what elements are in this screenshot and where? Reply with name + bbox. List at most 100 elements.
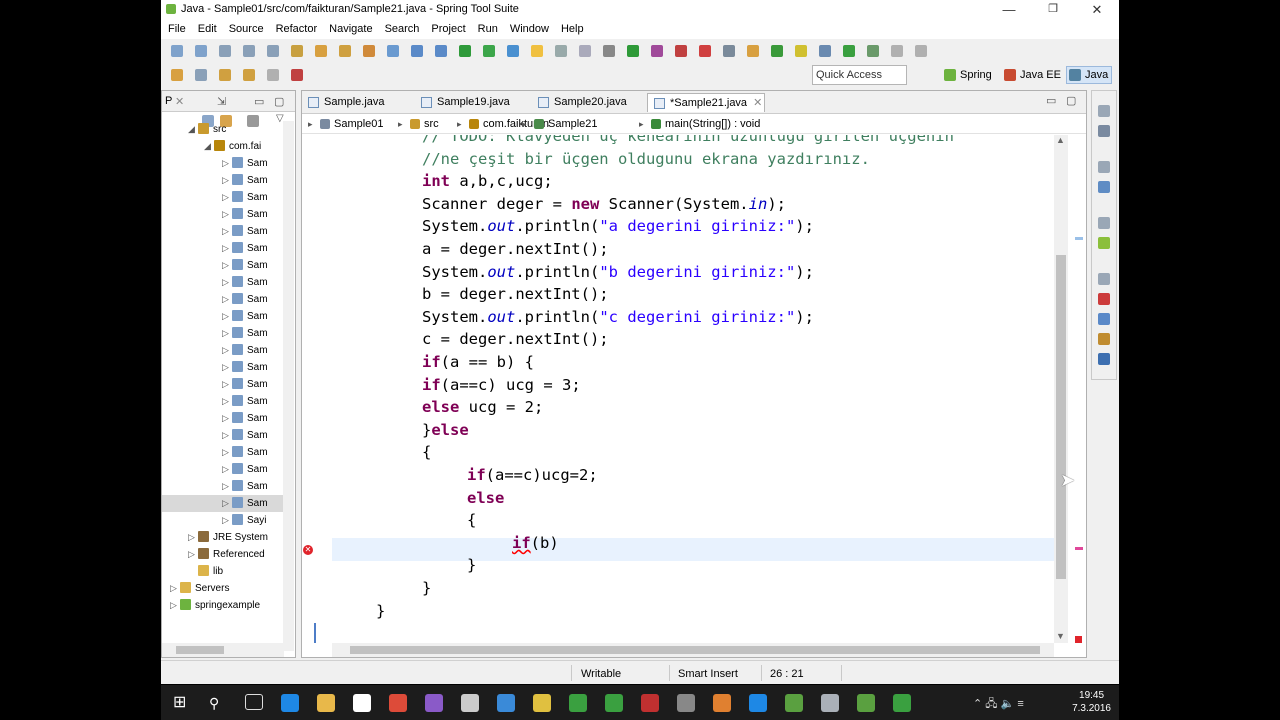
menu-navigate[interactable]: Navigate	[324, 20, 377, 35]
tree-item[interactable]: ▷ Sam	[162, 189, 284, 206]
tree-item[interactable]: ▷ Sam	[162, 427, 284, 444]
toolbar-action-icon[interactable]	[699, 45, 711, 57]
collapse-icon[interactable]: ⇲	[217, 95, 226, 108]
tree-item[interactable]: ▷ Sam	[162, 461, 284, 478]
toolbar-action-icon[interactable]	[747, 45, 759, 57]
taskbar-app-icon[interactable]	[821, 694, 839, 712]
code-line[interactable]: // TODO: Klavyeden üç kenearının uzunluğ…	[422, 135, 954, 147]
code-line[interactable]: //ne çeşit bir üçgen oldugunu ekrana yaz…	[422, 148, 870, 170]
toolbar-action-icon[interactable]	[891, 45, 903, 57]
expand-arrow-icon[interactable]: ▷	[222, 257, 232, 274]
code-line[interactable]: System.out.println("c degerini giriniz:"…	[422, 306, 814, 328]
tree-item[interactable]: ▷ Sam	[162, 393, 284, 410]
system-tray[interactable]: ⌃ 🖧 🔈 ≡	[973, 695, 1024, 714]
tree-item[interactable]: ▷ Servers	[162, 580, 284, 597]
toolbar-action-icon[interactable]	[243, 45, 255, 57]
search-icon[interactable]: ⚲	[209, 694, 227, 712]
tree-item[interactable]: lib	[162, 563, 284, 580]
editor-tab[interactable]: Sample19.java	[415, 93, 528, 112]
overview-error-marker[interactable]	[1075, 547, 1083, 550]
taskbar-app-icon[interactable]	[353, 694, 371, 712]
toolbar-action-icon[interactable]	[291, 45, 303, 57]
toolbar-action-icon[interactable]	[483, 45, 495, 57]
toolbar-action-icon[interactable]	[195, 45, 207, 57]
menu-refactor[interactable]: Refactor	[271, 20, 323, 35]
code-line[interactable]: }else	[422, 419, 469, 441]
expand-arrow-icon[interactable]: ▷	[222, 240, 232, 257]
problems-icon[interactable]	[1098, 293, 1110, 305]
editor-horizontal-scrollbar[interactable]	[332, 643, 1054, 657]
scroll-up-icon[interactable]: ▲	[1056, 135, 1065, 145]
close-button[interactable]: ✕	[1075, 0, 1119, 20]
breadcrumb-arrow-icon[interactable]: ▸	[522, 119, 527, 130]
perspective-javaee[interactable]: Java EE	[1002, 67, 1064, 83]
expand-arrow-icon[interactable]: ▷	[222, 155, 232, 172]
tree-item[interactable]: ▷ Sam	[162, 495, 284, 512]
toolbar-action-icon[interactable]	[459, 45, 471, 57]
toolbar-action-icon[interactable]	[723, 45, 735, 57]
toolbar-action-icon[interactable]	[267, 45, 279, 57]
maximize-editor-icon[interactable]: ▢	[1066, 94, 1076, 107]
code-line[interactable]: a = deger.nextInt();	[422, 238, 609, 260]
menu-edit[interactable]: Edit	[193, 20, 222, 35]
scrollbar-thumb[interactable]	[350, 646, 1040, 654]
code-line[interactable]: else	[467, 487, 504, 509]
error-marker-icon[interactable]: ✕	[303, 545, 313, 555]
expand-arrow-icon[interactable]: ▷	[222, 291, 232, 308]
expand-arrow-icon[interactable]: ▷	[222, 206, 232, 223]
expand-arrow-icon[interactable]: ▷	[222, 444, 232, 461]
navigation-action-icon[interactable]	[243, 69, 255, 81]
toolbar-action-icon[interactable]	[819, 45, 831, 57]
taskbar-app-icon[interactable]	[425, 694, 443, 712]
breadcrumb-item[interactable]: src	[424, 118, 439, 130]
expand-arrow-icon[interactable]: ▷	[222, 512, 232, 529]
code-line[interactable]: }	[467, 554, 476, 576]
expand-arrow-icon[interactable]: ▷	[222, 427, 232, 444]
menu-file[interactable]: File	[163, 20, 191, 35]
code-line[interactable]: if(a == b) {	[422, 351, 534, 373]
toolbar-action-icon[interactable]	[171, 45, 183, 57]
taskbar-app-icon[interactable]	[317, 694, 335, 712]
overview-error-summary[interactable]	[1075, 636, 1082, 643]
toolbar-action-icon[interactable]	[219, 45, 231, 57]
toolbar-action-icon[interactable]	[771, 45, 783, 57]
taskbar-app-icon[interactable]	[389, 694, 407, 712]
navigation-action-icon[interactable]	[267, 69, 279, 81]
code-line[interactable]: Scanner deger = new Scanner(System.in);	[422, 193, 786, 215]
tree-item[interactable]: ▷ Sam	[162, 172, 284, 189]
taskbar-app-icon[interactable]	[713, 694, 731, 712]
breadcrumb-arrow-icon[interactable]: ▸	[308, 119, 313, 130]
expand-arrow-icon[interactable]: ▷	[222, 274, 232, 291]
outline-icon[interactable]	[1098, 181, 1110, 193]
maximize-view-icon[interactable]: ▢	[274, 95, 284, 108]
toolbar-action-icon[interactable]	[915, 45, 927, 57]
toolbar-action-icon[interactable]	[867, 45, 879, 57]
breadcrumb-item[interactable]: Sample21	[548, 118, 598, 130]
navigation-action-icon[interactable]	[291, 69, 303, 81]
toolbar-action-icon[interactable]	[651, 45, 663, 57]
tree-item[interactable]: ▷ Sam	[162, 325, 284, 342]
menu-search[interactable]: Search	[380, 20, 425, 35]
spring-explorer-icon[interactable]	[1098, 237, 1110, 249]
taskbar-app-icon[interactable]	[533, 694, 551, 712]
taskbar-app-icon[interactable]	[641, 694, 659, 712]
quick-access-input[interactable]: Quick Access	[812, 65, 907, 85]
tree-item[interactable]: ▷ Sam	[162, 444, 284, 461]
code-line[interactable]: int a,b,c,ucg;	[422, 170, 553, 192]
taskbar-app-icon[interactable]	[605, 694, 623, 712]
expand-arrow-icon[interactable]: ▷	[222, 410, 232, 427]
tree-item[interactable]: ▷ Sam	[162, 274, 284, 291]
toolbar-action-icon[interactable]	[531, 45, 543, 57]
expand-arrow-icon[interactable]: ▷	[222, 172, 232, 189]
editor-tab[interactable]: Sample20.java	[532, 93, 644, 112]
package-explorer-tab[interactable]: P	[165, 95, 172, 107]
code-line[interactable]: b = deger.nextInt();	[422, 283, 609, 305]
code-line[interactable]: if(a==c) ucg = 3;	[422, 374, 581, 396]
explorer-horizontal-scrollbar[interactable]	[162, 643, 284, 657]
menu-project[interactable]: Project	[426, 20, 470, 35]
task-view-icon[interactable]	[245, 694, 263, 710]
declaration-icon[interactable]	[1098, 333, 1110, 345]
console-icon[interactable]	[1098, 353, 1110, 365]
breadcrumb-item[interactable]: Sample01	[334, 118, 384, 130]
tree-item[interactable]: ▷ Sam	[162, 257, 284, 274]
